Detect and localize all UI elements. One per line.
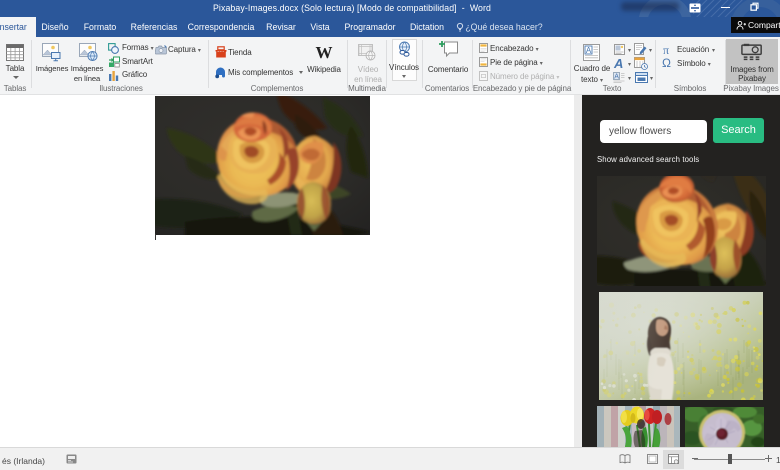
svg-text:A: A (586, 46, 592, 55)
svg-text:A: A (614, 74, 619, 81)
